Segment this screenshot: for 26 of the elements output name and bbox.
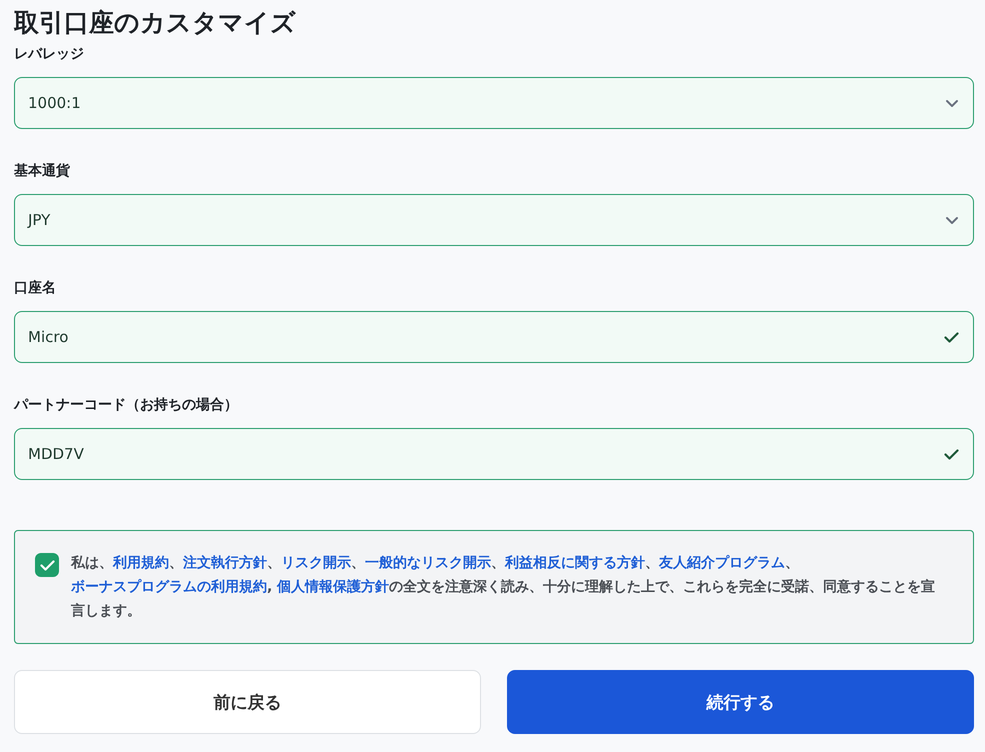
field-label: パートナーコード（お持ちの場合） xyxy=(14,396,238,415)
check-icon xyxy=(40,560,54,570)
chevron-down-icon xyxy=(945,98,959,108)
chevron-down-icon xyxy=(945,216,959,224)
select-field[interactable]: JPY xyxy=(14,194,974,246)
policy-link[interactable]: リスク開示 xyxy=(281,555,351,571)
policy-link[interactable]: 個人情報保護方針 xyxy=(277,579,390,595)
back-button[interactable]: 前に戻る xyxy=(14,670,481,734)
check-icon xyxy=(944,332,959,342)
input-field[interactable]: Micro xyxy=(14,311,974,363)
policy-link[interactable]: 一般的なリスク開示 xyxy=(365,555,491,571)
input-field[interactable]: MDD7V xyxy=(14,428,974,480)
field-label: 口座名 xyxy=(14,278,56,298)
checkbox[interactable] xyxy=(35,553,59,577)
page-title: 取引口座のカスタマイズ xyxy=(14,7,296,39)
continue-button[interactable]: 続行する xyxy=(507,670,974,734)
policy-link[interactable]: ボーナスプログラムの利用規約 xyxy=(71,579,267,595)
consent-text: 私は、利用規約、注文執行方針、リスク開示、一般的なリスク開示、利益相反に関する方針、友人紹介プログラム、 ボーナスプログラムの利用規約, 個人情報保護方針の全文を注意深く読み、十分に理解した上で、これらを完全に受諾、同意することを宣言します。 xyxy=(71,554,936,621)
policy-link[interactable]: 利用規約 xyxy=(113,555,169,571)
policy-link[interactable]: 利益相反に関する方針 xyxy=(505,555,645,571)
policy-link[interactable]: 注文執行方針 xyxy=(183,555,267,571)
policy-link[interactable]: 友人紹介プログラム xyxy=(659,555,785,571)
field-label: レバレッジ xyxy=(14,45,84,64)
select-field[interactable]: 1000:1 xyxy=(14,77,974,129)
check-icon xyxy=(944,448,959,460)
field-label: 基本通貨 xyxy=(14,162,70,181)
